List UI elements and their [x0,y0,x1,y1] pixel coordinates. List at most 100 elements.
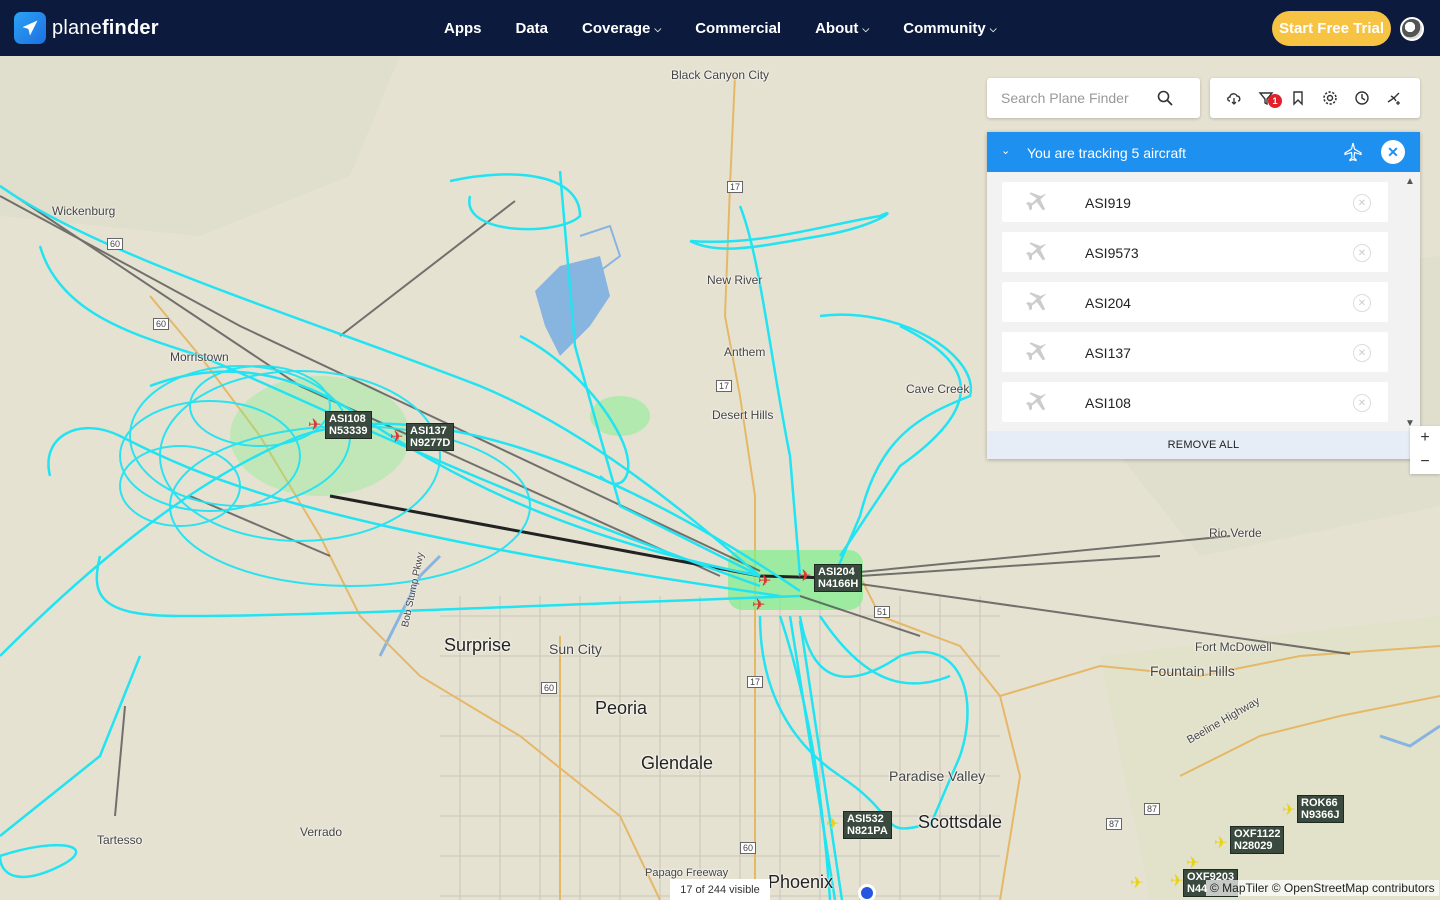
aircraft-tag[interactable]: ASI137 N9277D [406,423,455,451]
bookmark-button[interactable] [1282,78,1314,118]
place-label: Morristown [170,350,229,364]
zoom-control: + − [1410,426,1440,474]
history-icon [1355,91,1369,105]
aircraft-tag[interactable]: ASI108 N53339 [325,411,372,439]
aircraft-icon[interactable]: ✈ [1282,803,1295,819]
tracking-panel: ⌄ You are tracking 5 aircraft ✕ ASI919 ✕… [987,132,1420,459]
highway-shield: 51 [874,606,891,618]
filter-button[interactable]: 1 [1250,78,1282,118]
plane-icon [1344,142,1362,162]
aircraft-tag[interactable]: ROK66 N9366J [1297,795,1344,823]
search-icon[interactable] [1157,90,1173,106]
chevron-down-icon: ⌵ [654,23,662,34]
brand-name: planefinder [52,16,159,39]
plane-icon [1026,192,1047,211]
place-label: Phoenix [768,872,834,892]
nav-about[interactable]: About ⌵ [815,20,869,37]
list-item[interactable]: ASI108 ✕ [1002,382,1388,422]
highway-shield: 60 [541,682,558,694]
aircraft-icon[interactable]: ✈ [1186,856,1199,872]
chevron-down-icon: ⌵ [862,23,870,34]
tracking-header[interactable]: ⌄ You are tracking 5 aircraft ✕ [987,132,1420,172]
list-item[interactable]: ASI204 ✕ [1002,282,1388,322]
place-label: Wickenburg [52,204,116,218]
aircraft-callsign: ASI204 [1085,295,1131,311]
aircraft-tag[interactable]: ASI204 N4166H [814,564,863,592]
settings-button[interactable] [1314,78,1346,118]
chevron-down-icon[interactable]: ⌄ [1001,144,1010,157]
remove-aircraft-button[interactable]: ✕ [1353,394,1371,412]
aircraft-icon[interactable]: ✈ [1170,874,1183,890]
plane-icon [1026,292,1047,311]
remove-aircraft-button[interactable]: ✕ [1353,344,1371,362]
nav-coverage[interactable]: Coverage ⌵ [582,20,661,37]
start-free-trial-button[interactable]: Start Free Trial [1272,11,1391,46]
search-box [987,78,1200,118]
remove-aircraft-button[interactable]: ✕ [1353,294,1371,312]
list-item[interactable]: ASI137 ✕ [1002,332,1388,372]
highway-shield: 60 [107,238,124,250]
place-label: Verrado [300,825,343,839]
tracking-title: You are tracking 5 aircraft [1027,145,1187,161]
aircraft-tag[interactable]: OXF1122 N28029 [1230,826,1285,854]
plane-plus-icon [1387,92,1400,105]
plane-icon [1026,392,1047,411]
aircraft-icon[interactable]: ✈ [752,598,765,614]
list-item[interactable]: ASI9573 ✕ [1002,232,1388,272]
highway-shield: 17 [747,676,764,688]
tracked-aircraft-list: ASI919 ✕ ASI9573 ✕ ASI204 ✕ ASI137 ✕ ASI… [987,172,1420,430]
place-label: Fort McDowell [1195,640,1272,654]
visible-aircraft-count: 17 of 244 visible [670,879,770,900]
place-label: Paradise Valley [889,768,986,784]
aircraft-callsign: ASI108 [1085,395,1131,411]
close-tracking-button[interactable]: ✕ [1381,140,1405,164]
remove-aircraft-button[interactable]: ✕ [1353,244,1371,262]
aircraft-icon[interactable]: ✈ [1214,836,1227,852]
aircraft-tag[interactable]: ASI532 N821PA [843,811,892,839]
nav-apps[interactable]: Apps [444,20,482,37]
place-label: New River [707,273,763,287]
aircraft-icon[interactable]: ✈ [758,574,771,590]
place-label: Desert Hills [712,408,774,422]
user-avatar[interactable] [1400,17,1424,41]
user-location-marker [858,884,876,900]
zoom-in-button[interactable]: + [1410,426,1440,450]
aircraft-icon[interactable]: ✈ [308,418,321,434]
nav-commercial[interactable]: Commercial [695,20,781,37]
planefinder-logo[interactable]: planefinder [14,12,159,44]
top-navbar: planefinder Apps Data Coverage ⌵ Commerci… [0,0,1440,56]
highway-shield: 60 [740,842,757,854]
remove-all-button[interactable]: REMOVE ALL [987,431,1420,459]
highway-shield: 87 [1106,818,1123,830]
search-input[interactable] [1001,90,1166,106]
place-label: Peoria [595,698,648,718]
main-nav: Apps Data Coverage ⌵ Commercial About ⌵ Co… [444,0,1031,56]
list-item[interactable]: ASI919 ✕ [1002,182,1388,222]
aircraft-icon[interactable]: ✈ [798,569,811,585]
plane-icon [1026,342,1047,361]
scroll-up-icon[interactable]: ▲ [1405,176,1415,187]
place-label: Cave Creek [906,382,970,396]
remove-aircraft-button[interactable]: ✕ [1353,194,1371,212]
aircraft-callsign: ASI9573 [1085,245,1139,261]
place-label: Tartesso [97,833,143,847]
place-label: Anthem [724,345,766,359]
aircraft-icon[interactable]: ✈ [826,817,839,833]
gear-icon [1323,91,1337,105]
plane-icon [1026,242,1047,261]
map-toolbar: 1 [1210,78,1420,118]
aircraft-callsign: ASI137 [1085,345,1131,361]
highway-shield: 17 [727,181,744,193]
bookmark-icon [1293,91,1303,106]
history-button[interactable] [1346,78,1378,118]
highway-shield: 60 [153,318,170,330]
add-layer-button[interactable] [1378,78,1410,118]
nav-community[interactable]: Community ⌵ [903,20,996,37]
zoom-out-button[interactable]: − [1410,450,1440,474]
nav-data[interactable]: Data [516,20,549,37]
highway-shield: 87 [1144,803,1161,815]
cloud-weather-button[interactable] [1218,78,1250,118]
place-label: Surprise [444,635,512,655]
aircraft-icon[interactable]: ✈ [1130,876,1143,892]
aircraft-icon[interactable]: ✈ [390,430,403,446]
